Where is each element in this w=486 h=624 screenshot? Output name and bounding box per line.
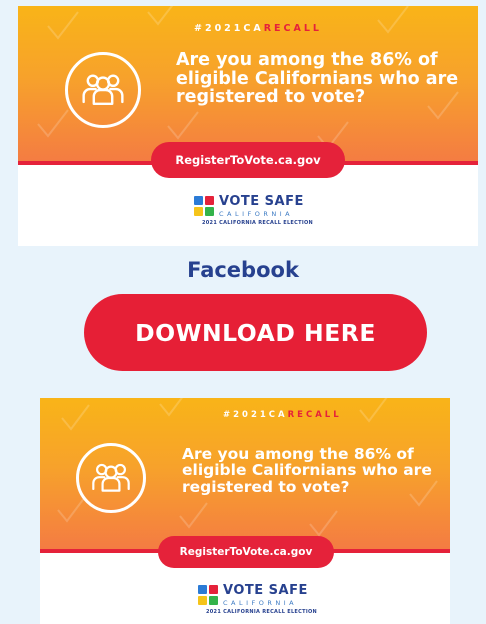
campaign-hashtag: #2021CARECALL xyxy=(194,23,322,34)
logo-grid-icon xyxy=(194,196,214,216)
graphic-preview-top: #2021CARECALL Are you among the 86% of e… xyxy=(18,6,478,246)
logo-subtitle: 2021 CALIFORNIA RECALL ELECTION xyxy=(202,220,314,226)
section-label-facebook: Facebook xyxy=(187,258,299,282)
vote-safe-logo: VOTE SAFE CALIFORNIA 2021 CALIFORNIA REC… xyxy=(198,584,317,615)
register-url-pill: RegisterToVote.ca.gov xyxy=(151,142,345,178)
people-group-icon xyxy=(76,443,146,513)
logo-state: CALIFORNIA xyxy=(219,210,294,218)
headline-text: Are you among the 86% of eligible Califo… xyxy=(176,50,459,108)
vote-safe-logo: VOTE SAFE CALIFORNIA 2021 CALIFORNIA REC… xyxy=(194,195,313,226)
logo-title: VOTE SAFE xyxy=(219,194,304,209)
people-group-icon xyxy=(65,52,141,128)
download-button[interactable]: DOWNLOAD HERE xyxy=(84,294,427,371)
graphic-banner: #2021CARECALL Are you among the 86% of e… xyxy=(40,398,450,551)
logo-grid-icon xyxy=(198,585,218,605)
graphic-preview-bottom: #2021CARECALL Are you among the 86% of e… xyxy=(40,398,450,624)
logo-title: VOTE SAFE xyxy=(223,583,308,598)
logo-subtitle: 2021 CALIFORNIA RECALL ELECTION xyxy=(206,609,318,615)
logo-state: CALIFORNIA xyxy=(223,599,298,607)
register-url-pill: RegisterToVote.ca.gov xyxy=(158,536,334,568)
graphic-banner: #2021CARECALL Are you among the 86% of e… xyxy=(18,6,478,164)
campaign-hashtag: #2021CARECALL xyxy=(223,410,342,420)
headline-text: Are you among the 86% of eligible Califo… xyxy=(182,445,432,496)
